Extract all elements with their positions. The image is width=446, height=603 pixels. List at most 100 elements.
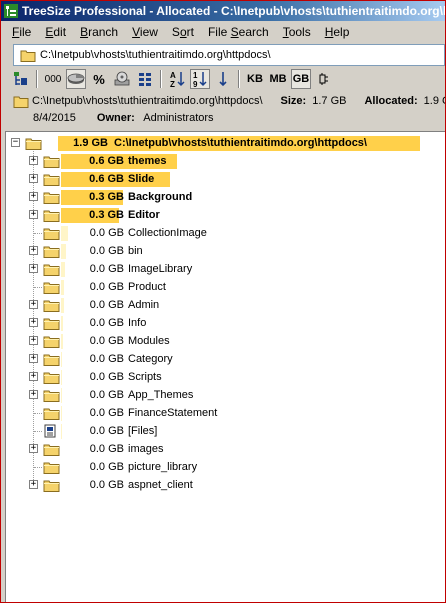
expand-icon[interactable]: + (29, 318, 38, 327)
folder-size: 0.6 GB (89, 155, 124, 167)
expand-icon[interactable]: + (29, 300, 38, 309)
row-icon (43, 208, 60, 225)
tree-row-admin[interactable]: +0.0 GB Admin (6, 296, 445, 314)
folder-name: picture_library (128, 461, 198, 473)
folder-icon (43, 300, 60, 312)
toolbar: 000 % A Z 1 9 KB MB GB (1, 68, 445, 90)
menu-branch[interactable]: Branch (73, 25, 125, 39)
size-bar (61, 298, 64, 313)
expand-icon[interactable]: + (29, 264, 38, 273)
tree-row-images[interactable]: +0.0 GB images (6, 440, 445, 458)
grid-view-button[interactable] (135, 69, 155, 89)
sort-size-button[interactable]: 1 9 (190, 69, 210, 89)
tree-row-scripts[interactable]: +0.0 GB Scripts (6, 368, 445, 386)
unit-kb-button[interactable]: KB (245, 69, 265, 89)
tree-row-product[interactable]: 0.0 GB Product (6, 278, 445, 296)
expand-icon[interactable]: + (29, 480, 38, 489)
menu-tools[interactable]: Tools (276, 25, 318, 39)
folder-name: App_Themes (128, 389, 194, 401)
treesize-app-icon (4, 4, 18, 18)
expand-icon[interactable]: + (29, 444, 38, 453)
folder-icon (43, 390, 60, 402)
menu-sort[interactable]: Sort (165, 25, 201, 39)
tree-row-category[interactable]: +0.0 GB Category (6, 350, 445, 368)
folder-name: Product (128, 281, 166, 293)
tree-row-bin[interactable]: +0.0 GB bin (6, 242, 445, 260)
folder-icon (43, 264, 60, 276)
disk-icon (114, 71, 130, 86)
tree-row-background[interactable]: +0.3 GB Background (6, 188, 445, 206)
auto-unit-button[interactable] (314, 69, 334, 89)
tree-row-aspnet-client[interactable]: +0.0 GB aspnet_client (6, 476, 445, 494)
disk-button[interactable] (112, 69, 132, 89)
menu-help[interactable]: Help (318, 25, 357, 39)
tree-row-financestatement[interactable]: 0.0 GB FinanceStatement (6, 404, 445, 422)
sort-az-icon: A Z (170, 71, 185, 88)
tree-row-info[interactable]: +0.0 GB Info (6, 314, 445, 332)
folder-icon (25, 138, 42, 150)
folder-icon (43, 318, 60, 330)
folder-icon (13, 96, 29, 108)
folder-name: Slide (128, 173, 155, 185)
allocated-label: Allocated: (364, 95, 418, 107)
folder-name: Category (128, 353, 173, 365)
tree-row-app-themes[interactable]: +0.0 GB App_Themes (6, 386, 445, 404)
tree-expand-icon (14, 72, 27, 85)
tree-row-imagelibrary[interactable]: +0.0 GB ImageLibrary (6, 260, 445, 278)
menu-view[interactable]: View (125, 25, 165, 39)
folder-name: Scripts (128, 371, 162, 383)
title-bar[interactable]: TreeSize Professional - Allocated - C:\I… (1, 1, 445, 21)
expand-icon[interactable]: + (29, 174, 38, 183)
svg-text:Z: Z (170, 80, 175, 88)
row-icon (43, 298, 60, 315)
tree-row-picture-library[interactable]: 0.0 GB picture_library (6, 458, 445, 476)
folder-name: Info (128, 317, 147, 329)
tree-row-themes[interactable]: +0.6 GB themes (6, 152, 445, 170)
expand-icon[interactable]: + (29, 192, 38, 201)
expand-icon[interactable]: + (29, 210, 38, 219)
path-input[interactable] (40, 49, 420, 61)
menu-edit[interactable]: Edit (38, 25, 73, 39)
unit-gb-button[interactable]: GB (291, 69, 311, 89)
tree-row-files[interactable]: 0.0 GB [Files] (6, 422, 445, 440)
folder-size: 0.0 GB (89, 281, 124, 293)
tree-root-row[interactable]: − 1.9 GB C:\Inetpub\vhosts\tuthientraitimd… (6, 134, 445, 152)
pie-chart-button[interactable] (66, 69, 86, 89)
row-icon (43, 370, 60, 387)
expand-icon[interactable]: + (29, 336, 38, 345)
size-bar (61, 334, 63, 349)
sort-az-button[interactable]: A Z (167, 69, 187, 89)
collapse-icon[interactable]: − (11, 138, 20, 147)
percent-button[interactable]: % (89, 69, 109, 89)
size-bar (61, 316, 63, 331)
grid-icon (139, 73, 151, 86)
pie-chart-icon (67, 73, 85, 84)
size-bar (61, 226, 68, 241)
tree-expand-button[interactable] (11, 69, 31, 89)
svg-text:1: 1 (193, 71, 198, 80)
tree-row-editor[interactable]: +0.3 GB Editor (6, 206, 445, 224)
folder-size: 0.0 GB (89, 443, 124, 455)
tree-row-modules[interactable]: +0.0 GB Modules (6, 332, 445, 350)
expand-icon[interactable]: + (29, 354, 38, 363)
menu-file-search[interactable]: File Search (201, 25, 276, 39)
row-icon (43, 388, 60, 405)
arrow-down-icon (219, 72, 227, 87)
tree-view[interactable]: − 1.9 GB C:\Inetpub\vhosts\tuthientraitimd… (5, 131, 445, 602)
tree-row-slide[interactable]: +0.6 GB Slide (6, 170, 445, 188)
tree-row-collectionimage[interactable]: 0.0 GB CollectionImage (6, 224, 445, 242)
menu-file[interactable]: File (5, 25, 38, 39)
sort-19-icon: 1 9 (193, 71, 207, 88)
row-icon (43, 280, 60, 297)
expand-icon[interactable]: + (29, 390, 38, 399)
expand-icon[interactable]: + (29, 372, 38, 381)
size-bar (61, 280, 64, 295)
number-format-button[interactable]: 000 (43, 69, 63, 89)
unit-mb-button[interactable]: MB (268, 69, 288, 89)
address-bar[interactable] (13, 44, 445, 66)
expand-icon[interactable]: + (29, 246, 38, 255)
sort-descending-button[interactable] (213, 69, 233, 89)
expand-icon[interactable]: + (29, 156, 38, 165)
row-icon (43, 406, 60, 423)
window-title: TreeSize Professional - Allocated - C:\I… (22, 4, 445, 18)
